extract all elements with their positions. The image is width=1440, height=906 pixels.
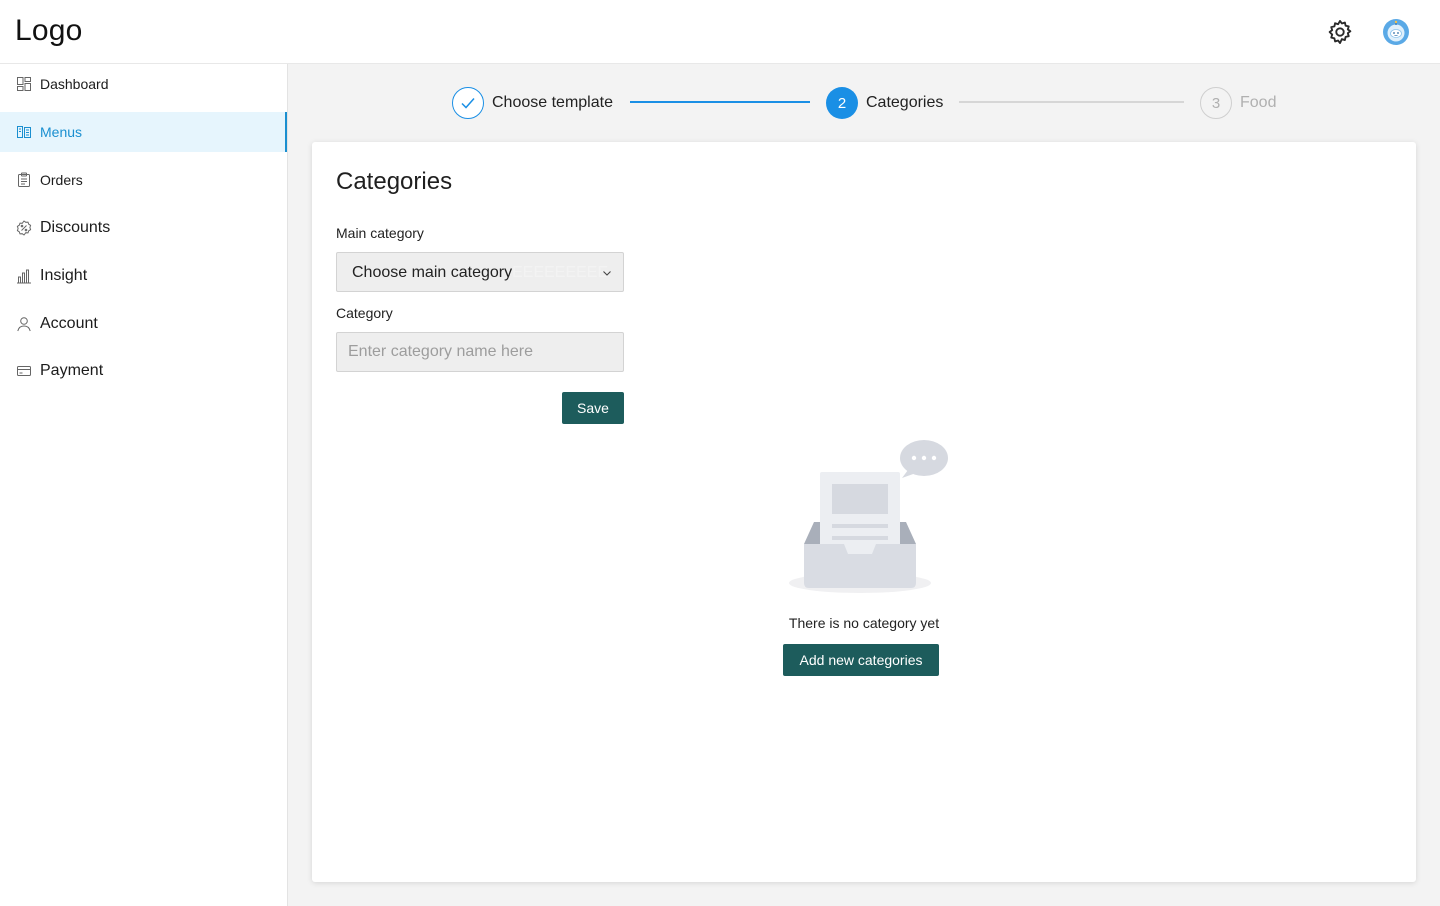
robot-avatar-icon (1383, 19, 1409, 45)
step-label-categories[interactable]: Categories (866, 94, 943, 112)
step-connector-pending (959, 101, 1184, 103)
category-input[interactable] (336, 332, 624, 372)
step-label-food[interactable]: Food (1240, 94, 1276, 112)
category-label: Category (336, 305, 393, 321)
sidebar: Dashboard Menus Orders Discounts Insight (0, 64, 288, 906)
logo[interactable]: Logo (15, 14, 83, 48)
chevron-down-icon (603, 271, 611, 276)
top-header: Logo (0, 0, 1440, 64)
step-connector-done (630, 101, 810, 103)
save-button[interactable]: Save (562, 392, 624, 424)
gear-icon[interactable] (1326, 18, 1354, 46)
add-new-categories-button[interactable]: Add new categories (783, 644, 939, 676)
step-3-indicator[interactable]: 3 (1200, 87, 1232, 119)
sidebar-item-discounts[interactable]: Discounts (0, 208, 287, 248)
sidebar-item-label: Orders (40, 172, 83, 188)
clipboard-icon (18, 172, 30, 187)
dashboard-icon (17, 77, 31, 91)
step-2-indicator[interactable]: 2 (826, 87, 858, 119)
sidebar-item-orders[interactable]: Orders (0, 160, 287, 200)
sidebar-item-dashboard[interactable]: Dashboard (0, 64, 287, 104)
main-category-label: Main category (336, 225, 424, 241)
empty-inbox-illustration (789, 440, 948, 593)
menu-book-icon (17, 126, 31, 138)
sidebar-item-label: Insight (40, 267, 88, 284)
main-category-select[interactable]: Choose main categoryEEEEEEEEE (336, 252, 624, 292)
user-icon (17, 317, 31, 332)
main-category-value: Choose main categoryEEEEEEEEE (352, 264, 609, 281)
sidebar-item-label: Payment (40, 362, 104, 379)
categories-card: Categories Main category Choose main cat… (312, 142, 1416, 882)
empty-state-message: There is no category yet (788, 615, 940, 631)
card-icon (17, 366, 31, 376)
step-label-choose-template[interactable]: Choose template (492, 94, 613, 112)
sidebar-item-insight[interactable]: Insight (0, 256, 287, 296)
sidebar-item-label: Account (40, 315, 98, 332)
step-1-check-icon[interactable] (452, 87, 484, 119)
main-category-overflow: EEEEEEEEE (512, 264, 609, 281)
sidebar-item-menus[interactable]: Menus (0, 112, 287, 152)
sidebar-item-label: Dashboard (40, 76, 109, 92)
discount-badge-icon (16, 220, 32, 236)
bar-chart-icon (17, 269, 31, 284)
sidebar-item-account[interactable]: Account (0, 304, 287, 344)
sidebar-item-label: Menus (40, 124, 83, 140)
sidebar-item-payment[interactable]: Payment (0, 351, 287, 391)
page-title: Categories (336, 168, 453, 195)
sidebar-item-label: Discounts (40, 219, 111, 236)
avatar[interactable] (1382, 18, 1410, 46)
